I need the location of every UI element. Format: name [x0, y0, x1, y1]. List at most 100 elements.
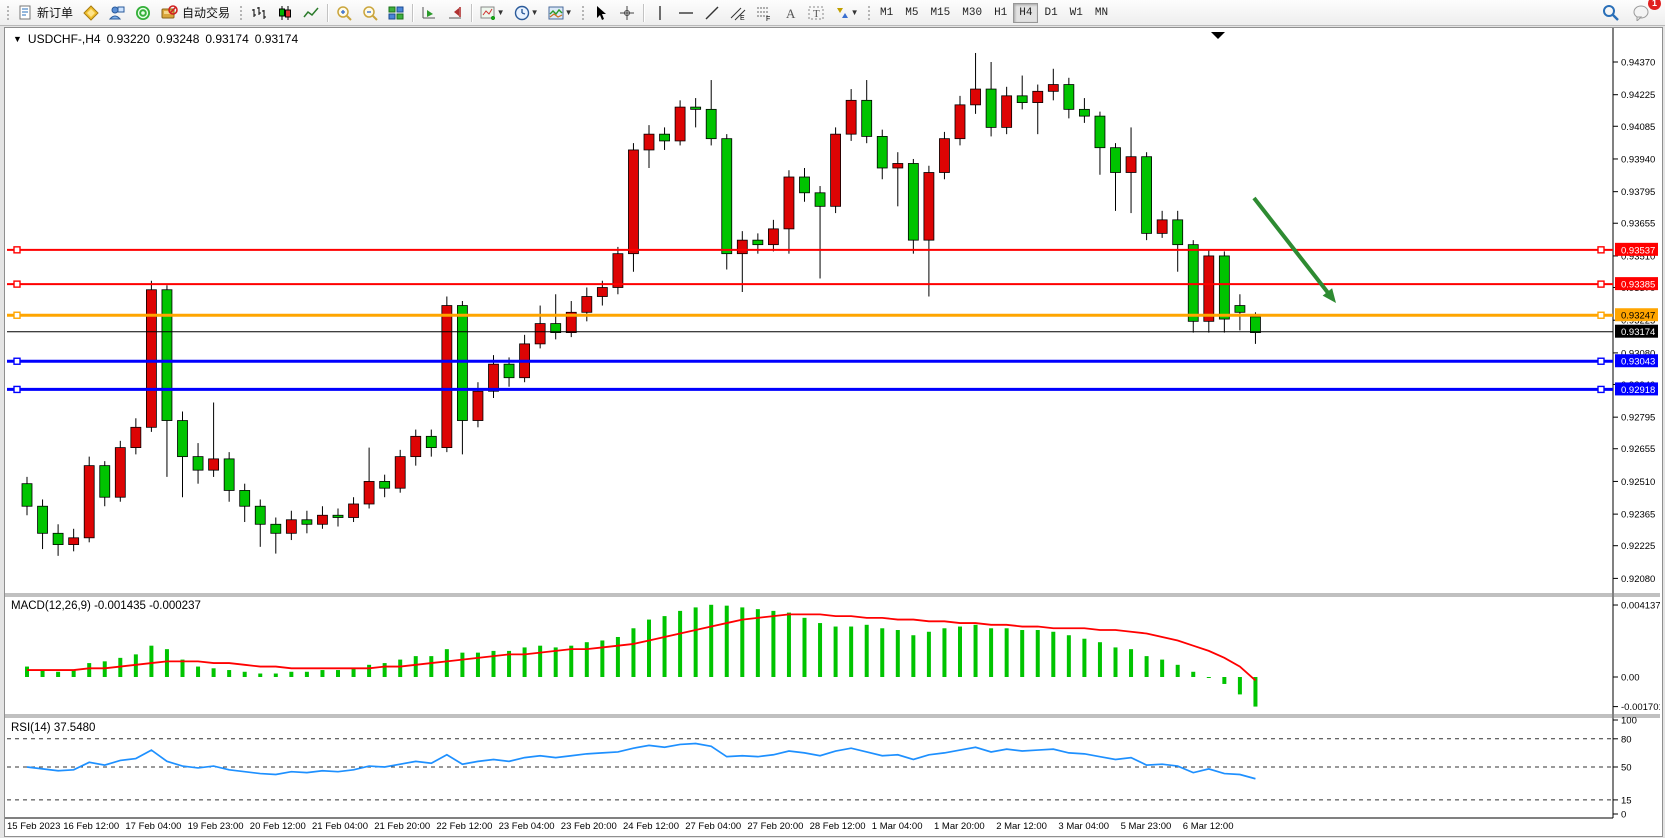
chart-shift-button[interactable] — [442, 1, 468, 25]
line-handle[interactable] — [1598, 358, 1604, 364]
timeframe-button-H1[interactable]: H1 — [988, 3, 1013, 23]
candle-body[interactable] — [84, 466, 94, 538]
candle-body[interactable] — [209, 459, 219, 470]
candle-body[interactable] — [1188, 245, 1198, 322]
candle-body[interactable] — [38, 506, 48, 533]
macd-histogram-bar[interactable] — [1207, 677, 1211, 678]
macd-histogram-bar[interactable] — [787, 613, 791, 677]
macd-histogram-bar[interactable] — [25, 667, 29, 677]
autoscroll-button[interactable] — [416, 1, 442, 25]
candle-body[interactable] — [893, 163, 903, 168]
chart-shift-marker[interactable] — [1211, 32, 1225, 39]
candle-body[interactable] — [800, 177, 810, 193]
macd-histogram-bar[interactable] — [1082, 639, 1086, 677]
macd-histogram-bar[interactable] — [1020, 630, 1024, 677]
macd-histogram-bar[interactable] — [1129, 649, 1133, 677]
horizontal-line-button[interactable] — [673, 1, 699, 25]
candle-body[interactable] — [877, 136, 887, 168]
zoom-out-button[interactable] — [357, 1, 383, 25]
candle-body[interactable] — [69, 538, 79, 545]
toolbar-grip[interactable] — [580, 4, 585, 22]
trend-arrow[interactable] — [1254, 198, 1330, 295]
macd-histogram-bar[interactable] — [1253, 677, 1257, 707]
line-handle[interactable] — [14, 247, 20, 253]
candle-body[interactable] — [660, 134, 670, 141]
candle-body[interactable] — [224, 459, 234, 491]
candle-body[interactable] — [908, 163, 918, 240]
macd-histogram-bar[interactable] — [911, 635, 915, 677]
autotrading-button[interactable]: 自动交易 — [156, 1, 235, 25]
macd-histogram-bar[interactable] — [336, 670, 340, 677]
macd-histogram-bar[interactable] — [227, 670, 231, 677]
candle-body[interactable] — [395, 457, 405, 489]
macd-histogram-bar[interactable] — [476, 653, 480, 677]
candle-body[interactable] — [489, 364, 499, 391]
macd-histogram-bar[interactable] — [72, 670, 76, 677]
candle-body[interactable] — [644, 134, 654, 150]
candle-body[interactable] — [1173, 220, 1183, 245]
candle-body[interactable] — [1079, 109, 1089, 116]
macd-histogram-bar[interactable] — [927, 632, 931, 677]
zoom-in-button[interactable] — [331, 1, 357, 25]
candle-body[interactable] — [271, 524, 281, 533]
candle-body[interactable] — [1017, 96, 1027, 103]
candle-body[interactable] — [426, 436, 436, 447]
candle-body[interactable] — [255, 506, 265, 524]
macd-histogram-bar[interactable] — [771, 611, 775, 677]
vertical-line-button[interactable] — [647, 1, 673, 25]
macd-histogram-bar[interactable] — [1191, 672, 1195, 677]
candle-body[interactable] — [100, 466, 110, 498]
timeframe-button-M1[interactable]: M1 — [874, 3, 899, 23]
macd-histogram-bar[interactable] — [87, 663, 91, 677]
candle-body[interactable] — [1219, 256, 1229, 319]
macd-histogram-bar[interactable] — [694, 607, 698, 677]
macd-histogram-bar[interactable] — [616, 637, 620, 677]
macd-histogram-bar[interactable] — [56, 672, 60, 677]
quotes-button[interactable] — [78, 1, 104, 25]
templates-button[interactable]: ▼ — [543, 1, 577, 25]
candle-body[interactable] — [846, 100, 856, 134]
line-handle[interactable] — [1598, 386, 1604, 392]
channel-button[interactable]: E — [725, 1, 751, 25]
macd-histogram-bar[interactable] — [1176, 665, 1180, 677]
candle-body[interactable] — [815, 193, 825, 207]
candle-body[interactable] — [411, 436, 421, 456]
macd-histogram-bar[interactable] — [243, 672, 247, 677]
macd-histogram-bar[interactable] — [196, 667, 200, 677]
candle-body[interactable] — [582, 297, 592, 313]
line-handle[interactable] — [14, 386, 20, 392]
candle-body[interactable] — [1250, 317, 1260, 333]
macd-histogram-bar[interactable] — [834, 627, 838, 677]
tile-windows-button[interactable] — [383, 1, 409, 25]
macd-histogram-bar[interactable] — [445, 649, 449, 677]
candle-body[interactable] — [333, 515, 343, 517]
line-chart-button[interactable] — [298, 1, 324, 25]
macd-histogram-bar[interactable] — [740, 607, 744, 677]
candle-body[interactable] — [302, 520, 312, 525]
macd-histogram-bar[interactable] — [569, 646, 573, 677]
candle-body[interactable] — [784, 177, 794, 229]
macd-histogram-bar[interactable] — [305, 672, 309, 677]
macd-histogram-bar[interactable] — [165, 649, 169, 677]
toolbar-grip[interactable] — [866, 4, 871, 22]
macd-histogram-bar[interactable] — [1051, 632, 1055, 677]
search-button[interactable] — [1597, 1, 1623, 25]
candle-body[interactable] — [115, 448, 125, 498]
new-order-button[interactable]: 新订单 — [13, 1, 78, 25]
macd-histogram-bar[interactable] — [320, 670, 324, 677]
macd-histogram-bar[interactable] — [212, 668, 216, 677]
candle-body[interactable] — [613, 254, 623, 288]
candle-body[interactable] — [504, 364, 514, 378]
macd-histogram-bar[interactable] — [989, 628, 993, 677]
candle-body[interactable] — [1111, 148, 1121, 173]
candle-body[interactable] — [753, 240, 763, 245]
candle-body[interactable] — [722, 139, 732, 254]
macd-histogram-bar[interactable] — [725, 606, 729, 677]
cursor-button[interactable] — [588, 1, 614, 25]
price-chart[interactable]: 0.943700.942250.940850.939400.937950.936… — [5, 28, 1660, 834]
macd-histogram-bar[interactable] — [523, 647, 527, 677]
macd-histogram-bar[interactable] — [756, 609, 760, 677]
candle-body[interactable] — [22, 484, 32, 507]
macd-histogram-bar[interactable] — [896, 630, 900, 677]
macd-histogram-bar[interactable] — [258, 674, 262, 677]
